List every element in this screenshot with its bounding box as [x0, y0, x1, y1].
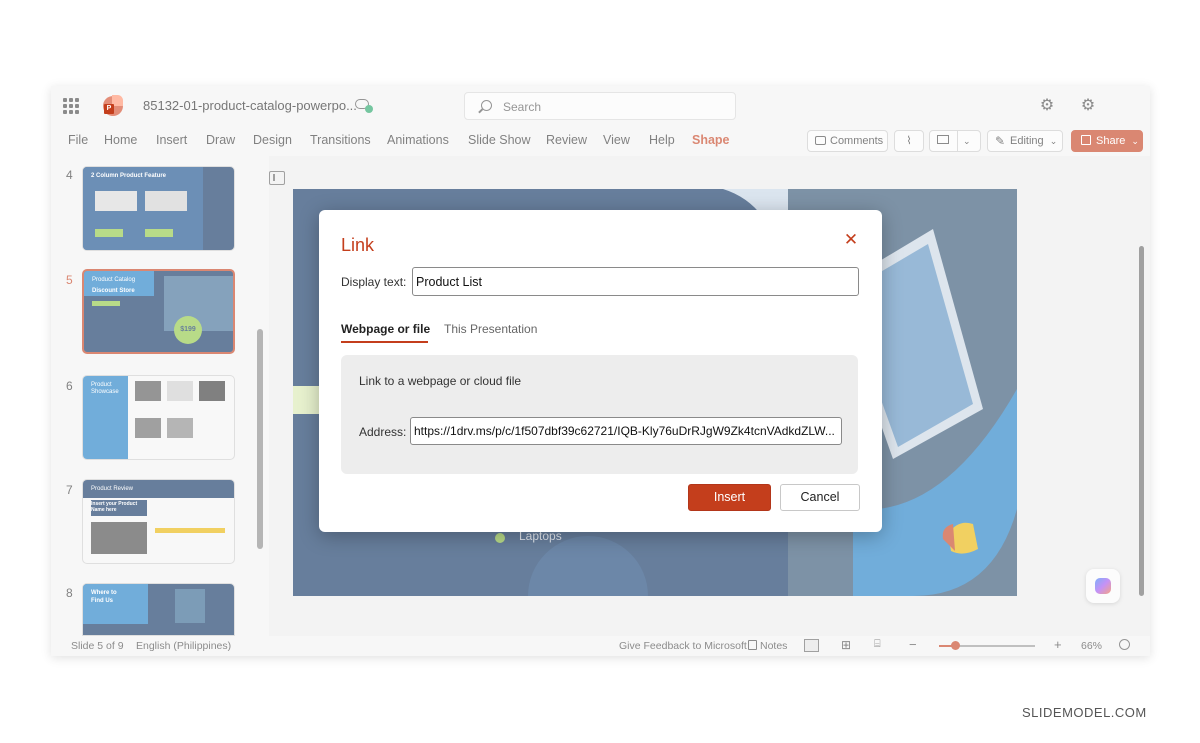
tab-this-presentation[interactable]: This Presentation [444, 322, 537, 336]
page: P 85132-01-product-catalog-powerpo... Se… [0, 0, 1200, 743]
link-dialog: Link ✕ Display text: Webpage or file Thi… [319, 210, 882, 532]
tab-webpage-or-file[interactable]: Webpage or file [341, 322, 430, 336]
close-icon[interactable]: ✕ [843, 231, 859, 248]
dialog-title: Link [341, 235, 375, 255]
watermark: SLIDEMODEL.COM [1022, 705, 1147, 720]
insert-button[interactable]: Insert [688, 484, 771, 511]
link-section-heading: Link to a webpage or cloud file [359, 374, 522, 388]
link-section: Link to a webpage or cloud file Address: [341, 355, 858, 474]
cancel-button[interactable]: Cancel [780, 484, 860, 511]
display-text-label: Display text: [341, 275, 407, 289]
active-tab-indicator [341, 341, 428, 343]
display-text-input[interactable] [412, 267, 859, 296]
address-label: Address: [359, 425, 407, 439]
address-input[interactable] [410, 417, 842, 445]
